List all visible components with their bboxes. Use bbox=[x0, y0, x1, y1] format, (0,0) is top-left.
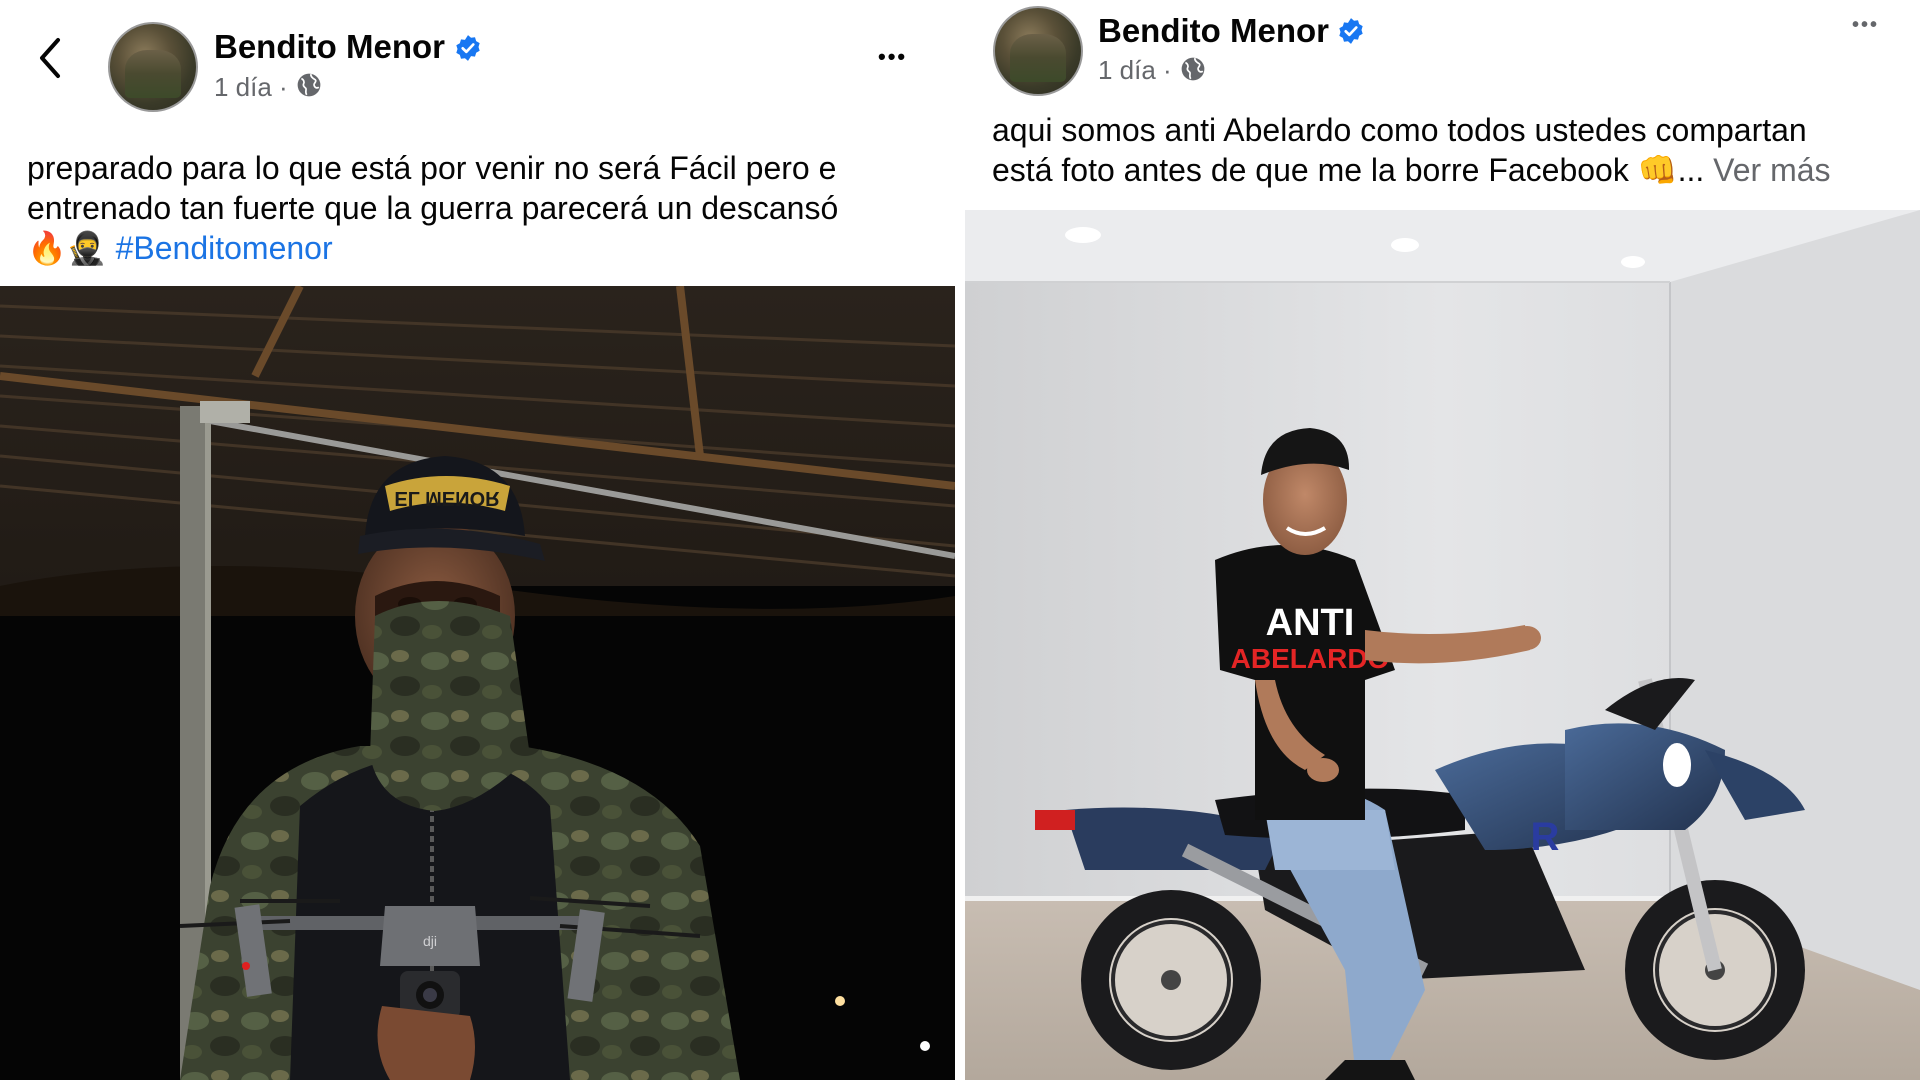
caption-line-1: preparado para lo que está por venir no … bbox=[27, 150, 837, 186]
bike-text: R bbox=[1531, 815, 1560, 859]
meta-separator: · bbox=[279, 72, 288, 102]
post-caption: aqui somos anti Abelardo como todos uste… bbox=[992, 110, 1907, 190]
more-options-icon[interactable]: ••• bbox=[878, 44, 907, 70]
post-right: Bendito Menor 1 día · ••• aqui somos ant… bbox=[965, 0, 1920, 1080]
post-time[interactable]: 1 día bbox=[214, 72, 272, 103]
more-options-icon[interactable]: ••• bbox=[1852, 14, 1879, 37]
caption-line-1: aqui somos anti Abelardo como todos uste… bbox=[992, 112, 1807, 148]
meta-separator: · bbox=[1163, 55, 1172, 85]
drone-brand: dji bbox=[423, 933, 437, 949]
post-photo-motorcycle[interactable]: R ANTI ABELARDO bbox=[965, 210, 1920, 1080]
divider bbox=[955, 0, 965, 1080]
see-more-link[interactable]: Ver más bbox=[1713, 152, 1830, 188]
caption-line-2: está foto antes de que me la borre Faceb… bbox=[992, 152, 1629, 188]
caption-emojis: 🔥🥷 bbox=[27, 230, 107, 266]
post-left: Bendito Menor 1 día · ••• preparado para… bbox=[0, 0, 955, 1080]
post-photo-drone[interactable]: EL MENOR dji bbox=[0, 286, 955, 1080]
verified-badge-icon bbox=[1339, 18, 1363, 44]
post-time[interactable]: 1 día bbox=[1098, 55, 1156, 86]
globe-icon bbox=[1181, 57, 1205, 81]
post-caption: preparado para lo que está por venir no … bbox=[27, 148, 937, 268]
hashtag-link[interactable]: #Benditomenor bbox=[116, 230, 333, 266]
globe-icon bbox=[297, 73, 321, 97]
shirt-line-1: ANTI bbox=[1266, 602, 1355, 644]
cap-text: EL MENOR bbox=[394, 487, 500, 509]
back-chevron-icon[interactable] bbox=[36, 36, 66, 80]
author-name[interactable]: Bendito Menor bbox=[1098, 12, 1329, 50]
verified-badge-icon bbox=[456, 35, 480, 61]
caption-emoji: 👊 bbox=[1637, 152, 1678, 188]
caption-line-2: entrenado tan fuerte que la guerra parec… bbox=[27, 190, 839, 226]
caption-ellipsis: ... bbox=[1677, 152, 1705, 188]
avatar[interactable] bbox=[108, 22, 198, 112]
avatar[interactable] bbox=[993, 6, 1083, 96]
author-name[interactable]: Bendito Menor bbox=[214, 28, 445, 66]
